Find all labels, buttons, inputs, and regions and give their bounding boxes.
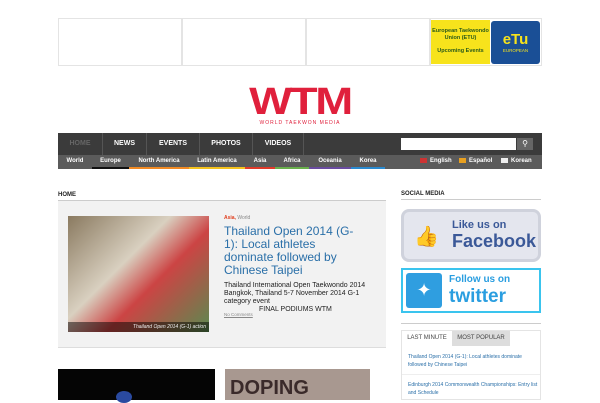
tab-most-popular[interactable]: MOST POPULAR [452,331,510,346]
twitter-button[interactable]: ✦ Follow us on twitter [401,268,541,313]
region-asia[interactable]: Asia [245,155,275,169]
twitter-bird-icon: ✦ [406,273,442,308]
tag-world[interactable]: World [237,215,250,221]
nav-home[interactable]: HOME [58,133,103,155]
ad-slot[interactable] [182,18,306,66]
article-thumbnail[interactable] [58,369,215,403]
nav-news[interactable]: NEWS [103,133,147,155]
ad-slot[interactable] [306,18,430,66]
news-tabs: LAST MINUTE MOST POPULAR Thailand Open 2… [401,330,541,400]
etu-logo-sub: EUROPEAN [502,48,529,53]
site-logo[interactable]: WTM WORLD TAEKWON MEDIA [240,83,360,126]
category-tags: Asia, World [224,215,250,221]
lang-korean[interactable]: Korean [501,155,532,169]
sidebar-heading: SOCIAL MEDIA [401,191,445,197]
uk-flag-icon [420,157,427,163]
region-label: Africa [283,158,301,164]
divider [401,199,541,200]
region-africa[interactable]: Africa [275,155,309,169]
region-label: Europe [100,158,121,164]
region-label: Latin America [197,158,237,164]
image-caption: Thailand Open 2014 (G-1) action [68,322,209,332]
region-world[interactable]: World [58,155,92,169]
thumbs-up-icon: 👍 [414,226,439,248]
lang-english[interactable]: English [420,155,452,169]
etu-logo-text: eTu [502,31,529,48]
lang-label: English [430,158,452,164]
region-label: Korea [359,158,377,164]
region-korea[interactable]: Korea [351,155,385,169]
search-icon[interactable]: ⚲ [517,138,533,150]
facebook-brand: Facebook [452,231,537,251]
featured-article: Thailand Open 2014 (G-1) action Asia, Wo… [58,201,386,348]
comments-link[interactable]: No Comments [224,312,253,317]
region-label: World [66,158,84,164]
athlete-helmet [116,391,132,403]
divider [401,323,541,324]
section-heading: HOME [58,192,76,198]
list-item[interactable]: Edinburgh 2014 Commonwealth Championship… [408,381,538,397]
region-label: Oceania [318,158,342,164]
facebook-button[interactable]: 👍 Like us on Facebook [401,209,541,262]
etu-events-link[interactable]: Upcoming Events [431,48,490,55]
main-nav: HOME NEWS EVENTS PHOTOS VIDEOS ⚲ [58,133,542,155]
region-oceania[interactable]: Oceania [309,155,351,169]
twitter-label: Follow us on [449,274,511,285]
tag-asia[interactable]: Asia, [224,215,236,221]
region-nav: World Europe North America Latin America… [58,155,542,169]
article-thumbnail[interactable]: DOPING [225,369,370,400]
etu-logo[interactable]: eTu EUROPEAN [491,21,540,64]
region-europe[interactable]: Europe [92,155,129,169]
region-latin-america[interactable]: Latin America [189,155,245,169]
etu-ad-text[interactable]: European Taekwondo Union (ETU) Upcoming E… [431,20,490,64]
list-item[interactable]: Thailand Open 2014 (G-1): Local athletes… [408,353,538,369]
featured-image[interactable]: Thailand Open 2014 (G-1) action [68,216,209,332]
twitter-brand: twitter [449,286,506,307]
thumbnail-text: DOPING [230,377,309,399]
article-excerpt-end: FINAL PODIUMS WTM [259,306,332,313]
lang-spanish[interactable]: Español [459,155,492,169]
lang-label: Korean [511,158,532,164]
search-input[interactable] [401,138,516,150]
nav-events[interactable]: EVENTS [147,133,200,155]
region-label: North America [138,158,180,164]
korea-flag-icon [501,157,508,163]
region-north-america[interactable]: North America [129,155,189,169]
logo-mark: WTM [249,81,353,123]
nav-videos[interactable]: VIDEOS [253,133,304,155]
nav-photos[interactable]: PHOTOS [200,133,253,155]
divider [402,374,540,375]
etu-title: European Taekwondo Union (ETU) [432,28,489,41]
article-excerpt: Thailand International Open Taekwondo 20… [224,282,366,305]
ad-slot[interactable] [58,18,182,66]
spain-flag-icon [459,157,466,163]
article-title[interactable]: Thailand Open 2014 (G-1): Local athletes… [224,225,362,277]
tab-last-minute[interactable]: LAST MINUTE [402,331,452,346]
facebook-label: Like us on [452,219,507,231]
lang-label: Español [469,158,493,164]
region-label: Asia [253,158,267,164]
